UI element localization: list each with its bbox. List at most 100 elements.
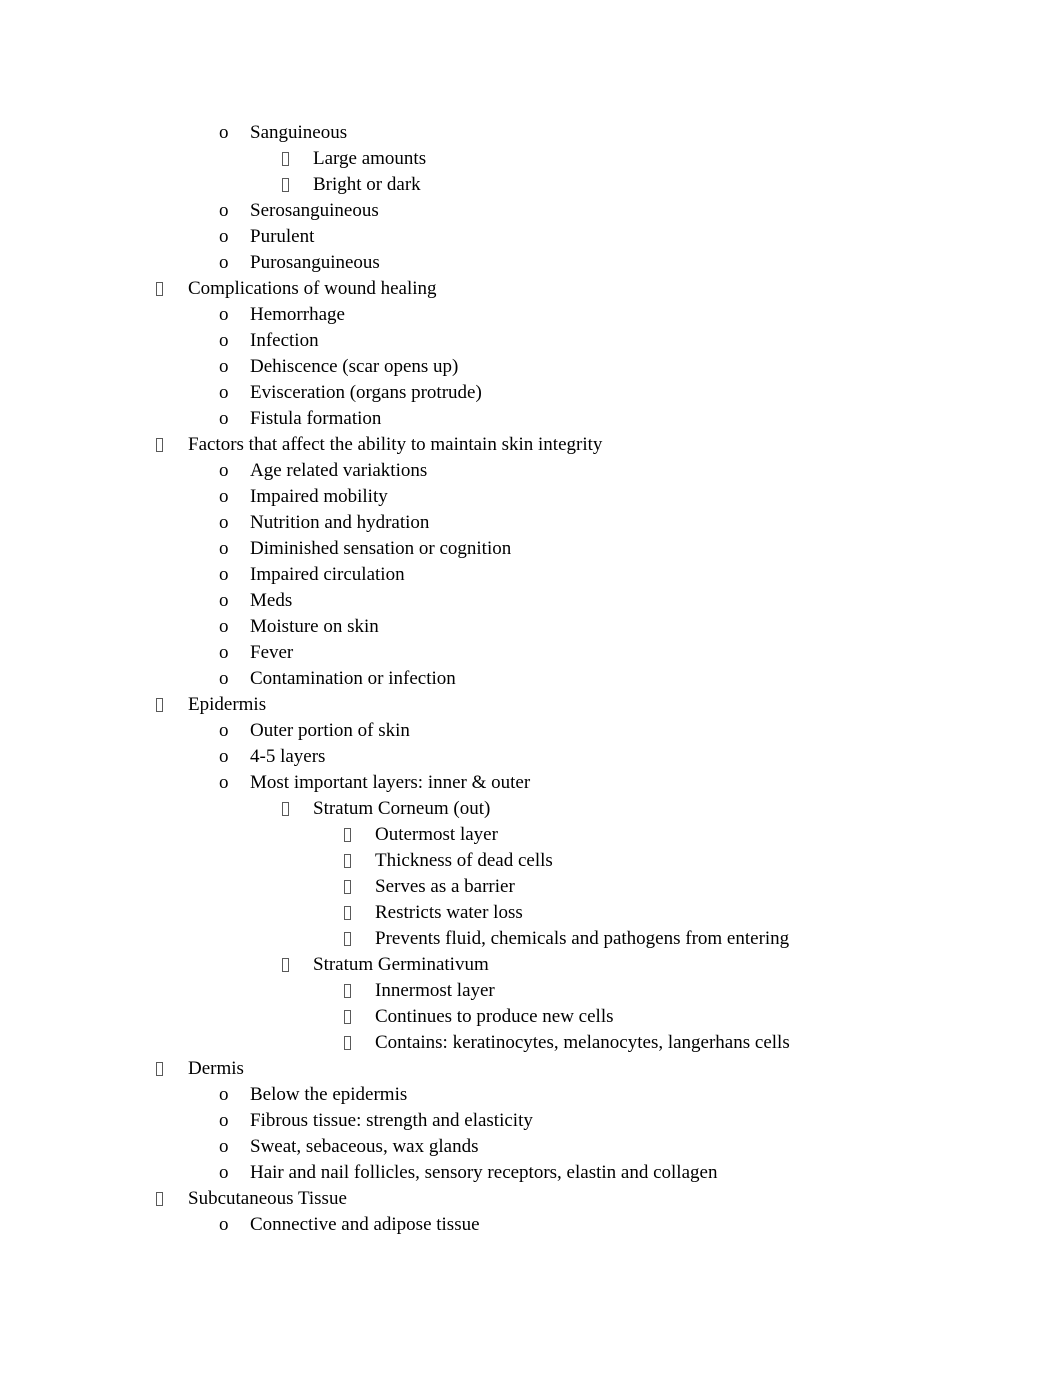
outline-item: Prevents fluid, chemicals and pathogens … bbox=[0, 926, 1062, 952]
tofu-box-glyph bbox=[344, 932, 351, 946]
tofu-box-glyph bbox=[156, 1192, 163, 1206]
bullet-tofu-box-icon bbox=[344, 1030, 375, 1056]
bullet-tofu-box-icon bbox=[282, 172, 313, 198]
outline-item-text: Impaired circulation bbox=[250, 564, 405, 585]
bullet-tofu-box-icon bbox=[344, 848, 375, 874]
outline-item: Complications of wound healing bbox=[0, 276, 1062, 302]
bullet-o-marker: o bbox=[219, 330, 229, 351]
bullet-o-marker: o bbox=[219, 746, 229, 767]
outline-item: o Hair and nail follicles, sensory recept… bbox=[0, 1160, 1062, 1186]
tofu-box-glyph bbox=[282, 802, 289, 816]
outline-item-text: Nutrition and hydration bbox=[250, 512, 430, 533]
outline-item-text: Stratum Germinativum bbox=[313, 954, 489, 975]
outline-item: o Sweat, sebaceous, wax glands bbox=[0, 1134, 1062, 1160]
outline-item: o Connective and adipose tissue bbox=[0, 1212, 1062, 1238]
outline-item: o Fever bbox=[0, 640, 1062, 666]
outline-item: o Infection bbox=[0, 328, 1062, 354]
outline-item-text: Serosanguineous bbox=[250, 200, 379, 221]
outline-item-text: Most important layers: inner & outer bbox=[250, 772, 531, 793]
bullet-tofu-box-icon bbox=[282, 796, 313, 822]
outline-item-text: Hair and nail follicles, sensory recepto… bbox=[250, 1162, 718, 1183]
bullet-o-marker: o bbox=[219, 1214, 229, 1235]
outline-item: Serves as a barrier bbox=[0, 874, 1062, 900]
bullet-o-marker: o bbox=[219, 1136, 229, 1157]
outline-item: Restricts water loss bbox=[0, 900, 1062, 926]
outline-item-text: Outer portion of skin bbox=[250, 720, 410, 741]
outline-item-text: Purulent bbox=[250, 226, 315, 247]
bullet-o-marker: o bbox=[219, 1162, 229, 1183]
outline-item: o Most important layers: inner & outer bbox=[0, 770, 1062, 796]
outline-item: o Meds bbox=[0, 588, 1062, 614]
bullet-tofu-box-icon bbox=[282, 952, 313, 978]
bullet-tofu-box-icon bbox=[156, 1186, 188, 1212]
bullet-o-marker: o bbox=[219, 122, 229, 143]
outline-item-text: 4-5 layers bbox=[250, 746, 326, 767]
outline-item-text: Sweat, sebaceous, wax glands bbox=[250, 1136, 479, 1157]
outline-item-text: Evisceration (organs protrude) bbox=[250, 382, 482, 403]
bullet-o-marker: o bbox=[219, 590, 229, 611]
tofu-box-glyph bbox=[156, 1062, 163, 1076]
outline-item: o Outer portion of skin bbox=[0, 718, 1062, 744]
bullet-o-marker: o bbox=[219, 408, 229, 429]
bullet-o-marker: o bbox=[219, 1084, 229, 1105]
bullet-o-marker: o bbox=[219, 564, 229, 585]
outline-item-text: Prevents fluid, chemicals and pathogens … bbox=[375, 928, 790, 949]
outline-item-text: Meds bbox=[250, 590, 293, 611]
outline-item: o Evisceration (organs protrude) bbox=[0, 380, 1062, 406]
outline-item-text: Purosanguineous bbox=[250, 252, 380, 273]
outline-list: o Sanguineous Large amounts Bright or dark o… bbox=[0, 120, 1062, 1238]
bullet-tofu-box-icon bbox=[344, 1004, 375, 1030]
bullet-o-marker: o bbox=[219, 356, 229, 377]
outline-item-text: Bright or dark bbox=[313, 174, 421, 195]
bullet-tofu-box-icon bbox=[156, 276, 188, 302]
outline-item: Large amounts bbox=[0, 146, 1062, 172]
outline-item: o Hemorrhage bbox=[0, 302, 1062, 328]
outline-item: o Purulent bbox=[0, 224, 1062, 250]
outline-item: o Moisture on skin bbox=[0, 614, 1062, 640]
bullet-tofu-box-icon bbox=[344, 822, 375, 848]
outline-item: o Fibrous tissue: strength and elasticity bbox=[0, 1108, 1062, 1134]
outline-item: o Diminished sensation or cognition bbox=[0, 536, 1062, 562]
outline-item-text: Continues to produce new cells bbox=[375, 1006, 614, 1027]
bullet-o-marker: o bbox=[219, 252, 229, 273]
outline-item: Factors that affect the ability to maint… bbox=[0, 432, 1062, 458]
bullet-tofu-box-icon bbox=[344, 978, 375, 1004]
outline-item: Dermis bbox=[0, 1056, 1062, 1082]
tofu-box-glyph bbox=[344, 828, 351, 842]
tofu-box-glyph bbox=[344, 854, 351, 868]
outline-item-text: Outermost layer bbox=[375, 824, 498, 845]
outline-item: o Dehiscence (scar opens up) bbox=[0, 354, 1062, 380]
bullet-tofu-box-icon bbox=[344, 874, 375, 900]
document-page: o Sanguineous Large amounts Bright or dark o… bbox=[0, 0, 1062, 1376]
outline-item-text: Infection bbox=[250, 330, 319, 351]
outline-item: o Impaired mobility bbox=[0, 484, 1062, 510]
outline-item-text: Stratum Corneum (out) bbox=[313, 798, 491, 819]
outline-item: Thickness of dead cells bbox=[0, 848, 1062, 874]
outline-item: Outermost layer bbox=[0, 822, 1062, 848]
outline-item: Subcutaneous Tissue bbox=[0, 1186, 1062, 1212]
outline-item-text: Fever bbox=[250, 642, 294, 663]
bullet-o-marker: o bbox=[219, 720, 229, 741]
bullet-tofu-box-icon bbox=[344, 900, 375, 926]
bullet-o-marker: o bbox=[219, 772, 229, 793]
tofu-box-glyph bbox=[344, 984, 351, 998]
outline-item-text: Below the epidermis bbox=[250, 1084, 408, 1105]
bullet-o-marker: o bbox=[219, 616, 229, 637]
outline-item: Continues to produce new cells bbox=[0, 1004, 1062, 1030]
outline-item: Stratum Corneum (out) bbox=[0, 796, 1062, 822]
bullet-o-marker: o bbox=[219, 304, 229, 325]
outline-item: o Serosanguineous bbox=[0, 198, 1062, 224]
bullet-o-marker: o bbox=[219, 460, 229, 481]
bullet-o-marker: o bbox=[219, 226, 229, 247]
outline-item: Contains: keratinocytes, melanocytes, la… bbox=[0, 1030, 1062, 1056]
outline-item-text: Fistula formation bbox=[250, 408, 382, 429]
tofu-box-glyph bbox=[282, 152, 289, 166]
tofu-box-glyph bbox=[344, 1036, 351, 1050]
bullet-o-marker: o bbox=[219, 512, 229, 533]
tofu-box-glyph bbox=[282, 958, 289, 972]
tofu-box-glyph bbox=[156, 438, 163, 452]
outline-item: o Nutrition and hydration bbox=[0, 510, 1062, 536]
outline-item-text: Innermost layer bbox=[375, 980, 495, 1001]
outline-item-text: Thickness of dead cells bbox=[375, 850, 553, 871]
bullet-tofu-box-icon bbox=[156, 432, 188, 458]
